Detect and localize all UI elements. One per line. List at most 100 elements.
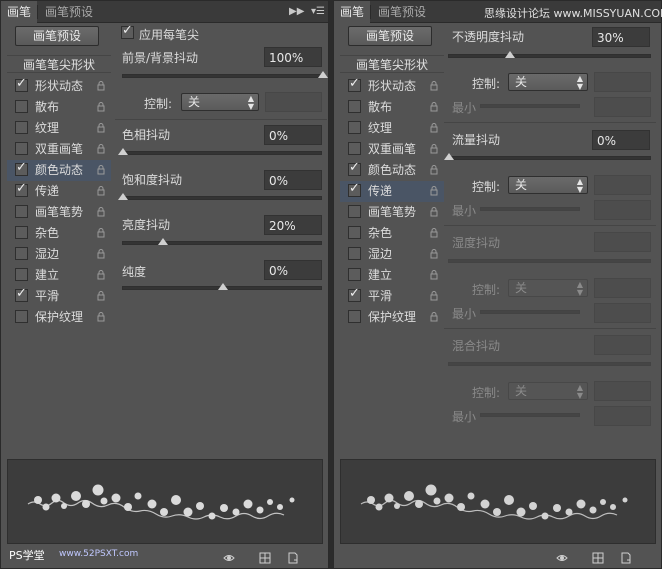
lock-icon[interactable] — [429, 207, 439, 217]
list-item-brush-tip-shape[interactable]: 画笔笔尖形状 — [7, 55, 111, 73]
list-item-checkbox[interactable] — [348, 247, 361, 260]
lock-icon[interactable] — [96, 228, 106, 238]
list-item[interactable]: 杂色 — [7, 223, 111, 244]
new-preset-icon[interactable] — [287, 552, 299, 564]
mix-jitter-slider[interactable] — [448, 362, 651, 366]
slider-thumb[interactable] — [218, 283, 228, 290]
new-preset-icon[interactable] — [620, 552, 632, 564]
list-item-checkbox[interactable]: ✓ — [348, 181, 361, 197]
tab-brush[interactable]: 画笔 — [1, 1, 38, 24]
lock-icon[interactable] — [429, 249, 439, 259]
list-item[interactable]: ✓ 颜色动态 — [340, 160, 444, 181]
slider-thumb[interactable] — [505, 51, 515, 58]
list-item-checkbox[interactable] — [15, 142, 28, 155]
lock-icon[interactable] — [96, 291, 106, 301]
wetness-jitter-slider[interactable] — [448, 259, 651, 263]
list-item-checkbox[interactable] — [348, 226, 361, 239]
list-item-checkbox[interactable] — [15, 100, 28, 113]
list-item-checkbox[interactable]: ✓ — [15, 286, 28, 302]
wetness-jitter-input[interactable] — [594, 232, 651, 252]
minimum-slider[interactable] — [480, 310, 580, 314]
list-item-checkbox[interactable] — [348, 121, 361, 134]
slider-thumb[interactable] — [118, 148, 128, 155]
list-item[interactable]: 散布 — [7, 97, 111, 118]
grid-icon[interactable] — [259, 552, 271, 564]
flow-jitter-slider[interactable] — [444, 153, 651, 160]
flow-jitter-input[interactable]: 0% — [592, 130, 650, 150]
lock-icon[interactable] — [429, 165, 439, 175]
lock-icon[interactable] — [429, 312, 439, 322]
control-select[interactable]: 关 ▲ ▼ — [508, 382, 588, 400]
list-item-checkbox[interactable] — [15, 247, 28, 260]
list-item-checkbox[interactable] — [15, 205, 28, 218]
list-item-checkbox[interactable] — [15, 226, 28, 239]
lock-icon[interactable] — [429, 144, 439, 154]
grid-icon[interactable] — [592, 552, 604, 564]
lock-icon[interactable] — [429, 81, 439, 91]
minimum-slider[interactable] — [480, 207, 580, 211]
list-item-checkbox[interactable]: ✓ — [15, 76, 28, 92]
list-item[interactable]: ✓ 形状动态 — [7, 76, 111, 97]
list-item-checkbox[interactable] — [348, 205, 361, 218]
list-item[interactable]: 湿边 — [340, 244, 444, 265]
list-item-checkbox[interactable]: ✓ — [348, 76, 361, 92]
list-item-checkbox[interactable]: ✓ — [348, 286, 361, 302]
list-item[interactable]: 湿边 — [7, 244, 111, 265]
tab-brush-presets[interactable]: 画笔预设 — [39, 1, 99, 23]
lock-icon[interactable] — [429, 123, 439, 133]
eye-icon[interactable] — [223, 552, 235, 564]
lock-icon[interactable] — [429, 291, 439, 301]
list-item[interactable]: ✓ 形状动态 — [340, 76, 444, 97]
list-item-checkbox[interactable] — [348, 100, 361, 113]
lock-icon[interactable] — [429, 186, 439, 196]
brightness-jitter-slider[interactable] — [122, 238, 322, 245]
list-item[interactable]: 建立 — [340, 265, 444, 286]
list-item[interactable]: ✓ 平滑 — [340, 286, 444, 307]
lock-icon[interactable] — [96, 270, 106, 280]
hue-jitter-input[interactable]: 0% — [264, 125, 322, 145]
lock-icon[interactable] — [429, 270, 439, 280]
list-item[interactable]: 画笔笔势 — [7, 202, 111, 223]
lock-icon[interactable] — [96, 81, 106, 91]
list-item[interactable]: 建立 — [7, 265, 111, 286]
lock-icon[interactable] — [96, 312, 106, 322]
tab-brush[interactable]: 画笔 — [334, 1, 371, 24]
lock-icon[interactable] — [96, 165, 106, 175]
opacity-jitter-input[interactable]: 30% — [592, 27, 650, 47]
control-select[interactable]: 关 ▲ ▼ — [508, 73, 588, 91]
control-select[interactable]: 关 ▲ ▼ — [181, 93, 259, 111]
lock-icon[interactable] — [96, 123, 106, 133]
lock-icon[interactable] — [96, 207, 106, 217]
mix-jitter-input[interactable] — [594, 335, 651, 355]
list-item[interactable]: 纹理 — [7, 118, 111, 139]
list-item[interactable]: ✓ 平滑 — [7, 286, 111, 307]
brightness-jitter-input[interactable]: 20% — [264, 215, 322, 235]
list-item-checkbox[interactable] — [348, 268, 361, 281]
list-item-checkbox[interactable]: ✓ — [15, 160, 28, 176]
saturation-jitter-input[interactable]: 0% — [264, 170, 322, 190]
list-item[interactable]: 保护纹理 — [7, 307, 111, 328]
lock-icon[interactable] — [96, 102, 106, 112]
list-item[interactable]: 保护纹理 — [340, 307, 444, 328]
panel-menu-icon[interactable]: ▾☰ — [311, 1, 325, 23]
apply-per-tip-checkbox[interactable]: ✓ — [121, 23, 134, 39]
fg-bg-jitter-input[interactable]: 100% — [264, 47, 322, 67]
list-item-checkbox[interactable] — [348, 310, 361, 323]
control-select[interactable]: 关 ▲ ▼ — [508, 279, 588, 297]
lock-icon[interactable] — [429, 228, 439, 238]
brush-presets-button[interactable]: 画笔预设 — [15, 26, 99, 46]
fg-bg-jitter-slider[interactable] — [122, 71, 328, 78]
lock-icon[interactable] — [96, 249, 106, 259]
brush-presets-button[interactable]: 画笔预设 — [348, 26, 432, 46]
list-item-brush-tip-shape[interactable]: 画笔笔尖形状 — [340, 55, 444, 73]
control-select[interactable]: 关 ▲ ▼ — [508, 176, 588, 194]
hue-jitter-slider[interactable] — [118, 148, 322, 155]
list-item[interactable]: 双重画笔 — [7, 139, 111, 160]
purity-slider[interactable] — [122, 283, 322, 290]
eye-icon[interactable] — [556, 552, 568, 564]
list-item[interactable]: 双重画笔 — [340, 139, 444, 160]
list-item-checkbox[interactable] — [15, 121, 28, 134]
purity-input[interactable]: 0% — [264, 260, 322, 280]
slider-thumb[interactable] — [118, 193, 128, 200]
saturation-jitter-slider[interactable] — [118, 193, 322, 200]
